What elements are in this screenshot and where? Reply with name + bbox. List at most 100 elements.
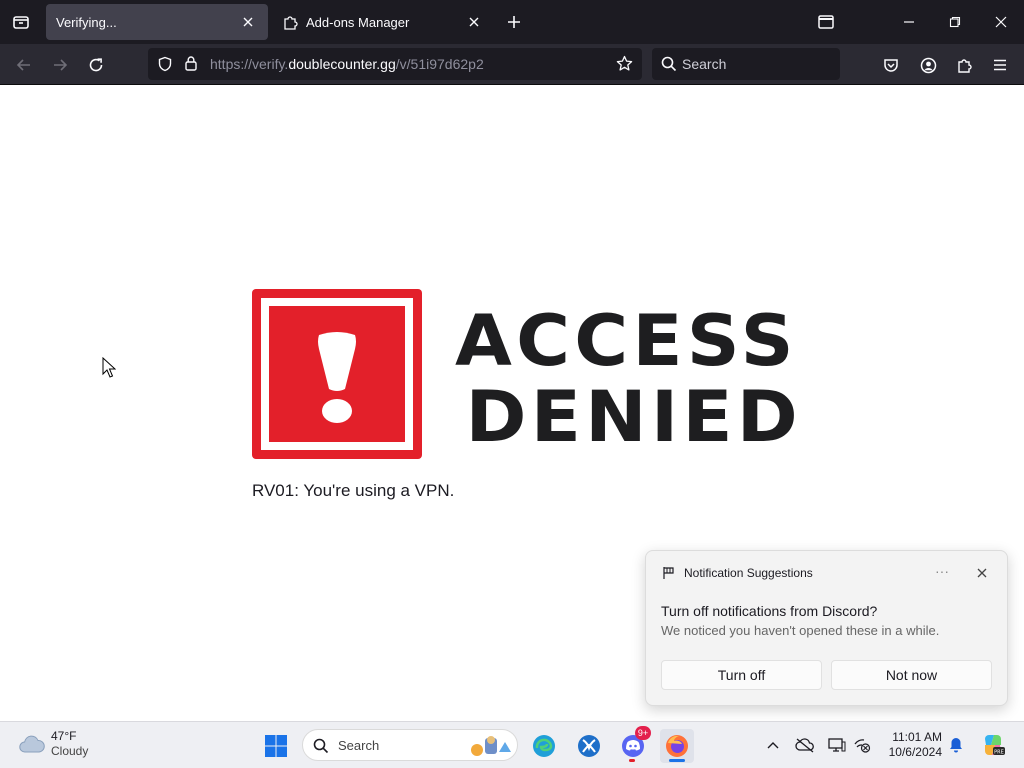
chevron-up-icon	[767, 742, 779, 749]
close-icon	[977, 568, 987, 578]
close-icon	[243, 17, 253, 27]
toast-header-label: Notification Suggestions	[684, 566, 813, 580]
account-icon	[920, 57, 936, 73]
firefox-icon	[666, 735, 688, 757]
toast-title: Turn off notifications from Discord?	[661, 603, 878, 619]
weather-temperature: 47°F	[51, 729, 77, 743]
tab-addons-manager[interactable]: Add-ons Manager	[272, 4, 494, 40]
search-icon	[661, 56, 677, 77]
firefox-view-button[interactable]	[803, 0, 849, 44]
warning-sign-icon	[252, 289, 422, 459]
clock-time: 11:01 AM	[892, 730, 942, 744]
puzzle-icon	[282, 14, 298, 30]
close-notification-button[interactable]	[972, 563, 992, 583]
close-icon	[469, 17, 479, 27]
search-icon	[313, 738, 329, 759]
error-message: RV01: You're using a VPN.	[252, 481, 455, 500]
toast-body: We noticed you haven't opened these in a…	[661, 623, 940, 638]
weather-widget[interactable]: 47°F Cloudy	[18, 729, 88, 759]
reload-icon	[89, 58, 103, 72]
tab-list-button[interactable]	[0, 0, 42, 44]
navigation-toolbar: https://verify.doublecounter.gg/v/51i97d…	[0, 44, 1024, 85]
weather-condition: Cloudy	[51, 744, 89, 758]
not-now-button[interactable]: Not now	[831, 660, 992, 690]
search-bar[interactable]: Search	[652, 48, 840, 80]
back-button[interactable]	[9, 50, 39, 80]
shield-icon[interactable]	[157, 56, 173, 77]
lock-icon[interactable]	[184, 55, 198, 77]
extensions-button[interactable]	[949, 50, 979, 80]
network-tray-button[interactable]	[851, 734, 873, 756]
url-text[interactable]: https://verify.doublecounter.gg/v/51i97d…	[210, 56, 484, 72]
tab-title: Add-ons Manager	[306, 14, 410, 30]
clock-date: 10/6/2024	[888, 745, 942, 759]
browser-titlebar: Verifying... Add-ons Manager	[0, 0, 1024, 44]
search-placeholder: Search	[682, 56, 727, 72]
close-icon	[995, 16, 1007, 28]
search-highlight-icon	[469, 734, 513, 763]
reload-button[interactable]	[81, 50, 111, 80]
display-tray-button[interactable]	[826, 734, 848, 756]
forward-button[interactable]	[45, 50, 75, 80]
firefox-running-indicator	[669, 759, 685, 762]
hamburger-menu-icon	[994, 59, 1006, 71]
new-tab-button[interactable]	[502, 10, 526, 34]
restore-icon	[949, 16, 961, 28]
svg-text:PRE: PRE	[994, 750, 1004, 756]
pocket-icon	[884, 59, 898, 72]
minimize-icon	[904, 21, 914, 23]
window-icon	[818, 15, 834, 29]
cloud-icon	[19, 735, 45, 753]
start-button[interactable]	[259, 729, 293, 763]
minimize-button[interactable]	[886, 0, 932, 44]
url-path: /v/51i97d62p2	[395, 56, 484, 72]
windows-taskbar: 47°F Cloudy Search 11:01 AM 10/6/2024 PR…	[0, 721, 1024, 768]
back-arrow-icon	[16, 59, 30, 71]
account-button[interactable]	[913, 50, 943, 80]
cloud-offline-icon	[795, 738, 814, 753]
system-clock[interactable]: 11:01 AM 10/6/2024	[878, 730, 942, 760]
bookmark-star-icon[interactable]	[616, 55, 633, 77]
toast-header: Notification Suggestions	[662, 566, 813, 580]
tab-list-icon	[13, 16, 29, 29]
url-prefix: https://verify.	[210, 56, 289, 72]
edge-icon	[533, 735, 555, 757]
puzzle-icon	[958, 59, 972, 73]
restore-button[interactable]	[932, 0, 978, 44]
turn-off-button[interactable]: Turn off	[661, 660, 822, 690]
taskbar-search[interactable]: Search	[302, 729, 518, 761]
heading-line-2: DENIED	[465, 376, 803, 458]
exclamation-icon	[318, 332, 356, 423]
firefox-taskbar-button[interactable]	[660, 729, 694, 763]
url-domain: doublecounter.gg	[288, 56, 396, 72]
notification-center-button[interactable]	[945, 734, 967, 756]
forward-arrow-icon	[54, 59, 68, 71]
show-hidden-icons-button[interactable]	[762, 734, 784, 756]
xbox-icon	[578, 735, 600, 757]
close-tab-button[interactable]	[464, 12, 484, 32]
plus-icon	[508, 16, 520, 28]
tab-title: Verifying...	[56, 14, 117, 30]
tab-verifying[interactable]: Verifying...	[46, 4, 268, 40]
access-denied-heading: ACCESS DENIED	[455, 303, 802, 455]
monitor-icon	[828, 738, 846, 752]
taskbar-search-label: Search	[338, 738, 380, 753]
windows-logo-icon	[265, 735, 287, 757]
bell-icon	[950, 738, 962, 753]
discord-running-indicator	[629, 759, 635, 762]
xbox-taskbar-button[interactable]	[572, 729, 606, 763]
copilot-button[interactable]: PRE	[980, 734, 1006, 756]
more-options-button[interactable]: ···	[930, 563, 954, 583]
app-menu-button[interactable]	[985, 50, 1015, 80]
close-tab-button[interactable]	[238, 12, 258, 32]
network-disconnected-icon	[854, 739, 871, 753]
heading-line-1: ACCESS	[455, 300, 798, 382]
edge-taskbar-button[interactable]	[527, 729, 561, 763]
pocket-button[interactable]	[876, 50, 906, 80]
discord-unread-badge: 9+	[635, 726, 651, 740]
mouse-cursor-icon	[102, 357, 116, 378]
notification-settings-icon	[662, 566, 676, 580]
close-window-button[interactable]	[978, 0, 1024, 44]
onedrive-tray-button[interactable]	[794, 734, 816, 756]
url-bar[interactable]: https://verify.doublecounter.gg/v/51i97d…	[148, 48, 642, 80]
